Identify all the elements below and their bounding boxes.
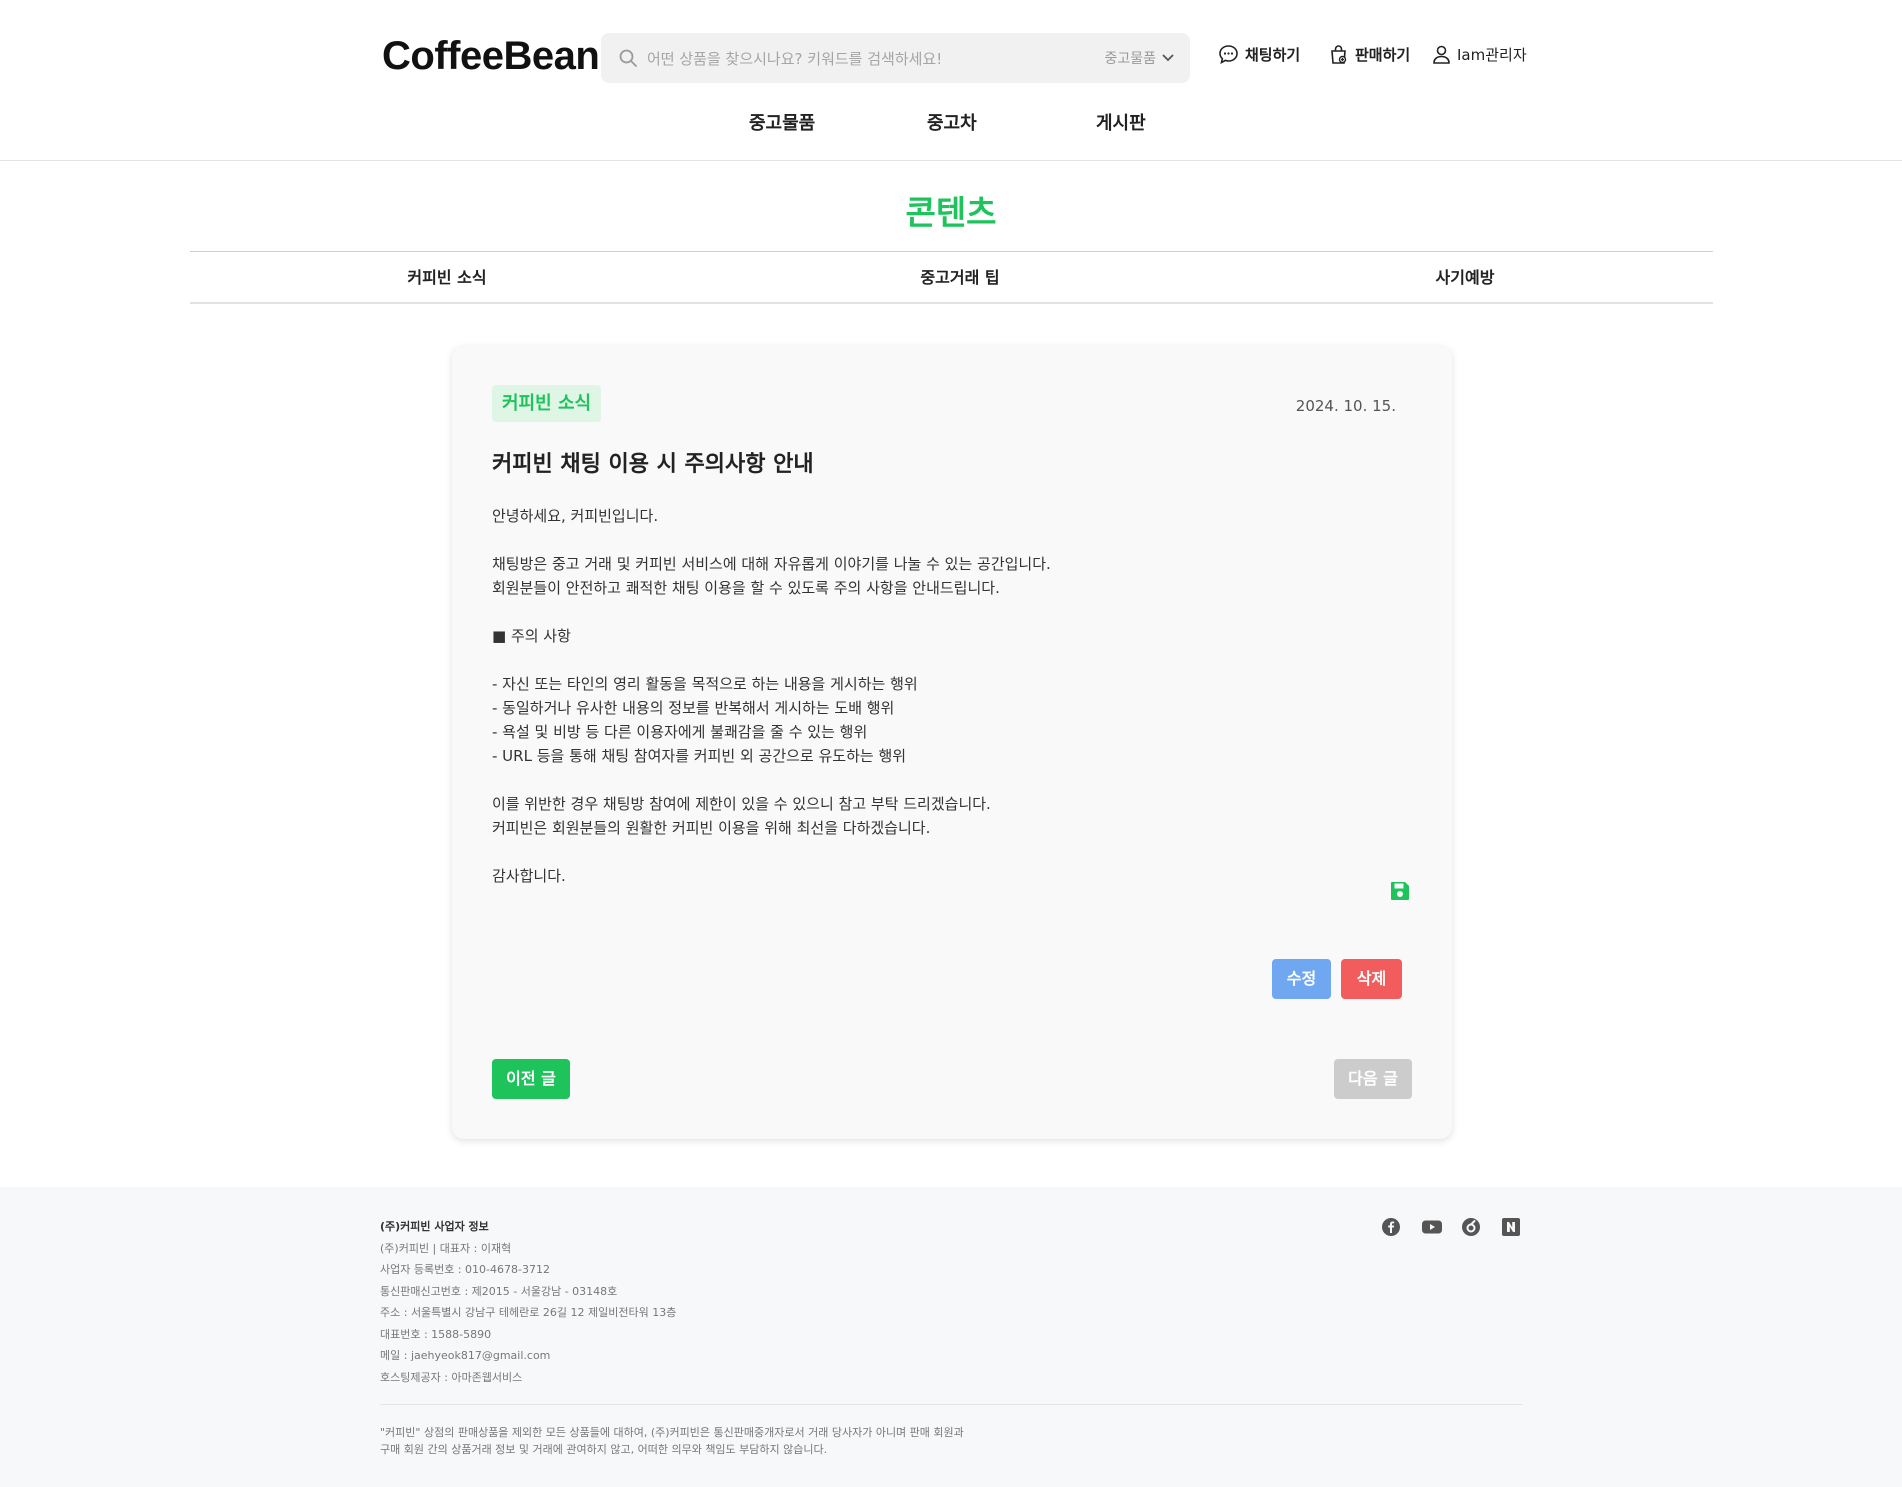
body-line: 채팅방은 중고 거래 및 커피빈 서비스에 대해 자유롭게 이야기를 나눌 수 … [492,555,1051,573]
shopping-bag-icon [1331,45,1347,64]
body-line [492,840,1392,864]
body-line: - 욕설 및 비방 등 다른 이용자에게 불쾌감을 줄 수 있는 행위 [492,723,868,741]
youtube-icon[interactable] [1421,1217,1442,1237]
user-name: Iam관리자 [1457,46,1527,64]
nav-used-goods[interactable]: 중고물품 [749,109,815,135]
body-line [492,648,1392,672]
footer-divider [380,1404,1522,1405]
search-icon [619,49,637,67]
business-info-line: 호스팅제공자 : 아마존웹서비스 [380,1370,523,1384]
chat-link-label: 채팅하기 [1245,46,1301,64]
footer-disclaimer: "커피빈" 상점의 판매상품을 제외한 모든 상품들에 대하여, (주)커피빈은… [380,1424,964,1458]
save-icon[interactable] [1389,880,1411,902]
logo[interactable]: CoffeeBean [382,34,600,79]
chat-icon [1219,45,1238,65]
tab-trading-tips[interactable]: 중고거래 팁 [920,264,999,288]
facebook-icon[interactable] [1381,1217,1401,1237]
business-info-line: 사업자 등록번호 : 010-4678-3712 [380,1263,550,1276]
business-info-line: 주소 : 서울특별시 강남구 테헤란로 26길 12 제일비전타워 13층 [380,1306,677,1319]
nav-board[interactable]: 게시판 [1096,109,1146,135]
search-category-select[interactable]: 중고물품 [1104,48,1174,68]
disclaimer-line: 구매 회원 간의 상품거래 정보 및 거래에 관여하지 않고, 어떠한 의무와 … [380,1443,828,1456]
sell-link-label: 판매하기 [1355,46,1411,64]
body-line: 커피빈은 회원분들의 원활한 커피빈 이용을 위해 최선을 다하겠습니다. [492,819,931,837]
edit-button[interactable]: 수정 [1272,959,1331,999]
post-card: 커피빈 소식 2024. 10. 15. 커피빈 채팅 이용 시 주의사항 안내… [452,346,1452,1139]
site-footer: (주)커피빈 사업자 정보 (주)커피빈 | 대표자 : 이재혁 사업자 등록번… [0,1187,1902,1487]
body-line [492,600,1392,624]
user-icon [1433,45,1450,64]
post-date: 2024. 10. 15. [1295,397,1396,415]
search-category-label: 중고물품 [1104,51,1156,67]
sell-link[interactable]: 판매하기 [1328,44,1410,65]
business-info: (주)커피빈 사업자 정보 (주)커피빈 | 대표자 : 이재혁 사업자 등록번… [380,1216,676,1388]
section-title: 콘텐츠 [905,193,997,232]
business-info-line: 통신판매신고번호 : 제2015 - 서울강남 - 03148호 [380,1284,618,1298]
body-line: 감사합니다. [492,867,566,885]
post-title: 커피빈 채팅 이용 시 주의사항 안내 [492,452,814,477]
chevron-down-icon [1162,54,1174,62]
category-badge: 커피빈 소식 [492,385,602,422]
business-info-line: 메일 : jaehyeok817@gmail.com [380,1349,551,1362]
business-info-line: (주)커피빈 | 대표자 : 이재혁 [380,1241,512,1255]
tab-fraud-prevention[interactable]: 사기예방 [1436,264,1495,288]
post-body: 안녕하세요, 커피빈입니다. 채팅방은 중고 거래 및 커피빈 서비스에 대해 … [492,504,1392,888]
body-line: - URL 등을 통해 채팅 참여자를 커피빈 외 공간으로 유도하는 행위 [492,747,907,765]
body-line: ■ 주의 사항 [492,627,571,645]
body-line [492,768,1392,792]
user-menu[interactable]: Iam관리자 [1432,44,1527,65]
business-info-line: 대표번호 : 1588-5890 [380,1327,492,1341]
social-links [1381,1217,1521,1237]
naver-icon[interactable] [1501,1217,1521,1237]
body-line: 안녕하세요, 커피빈입니다. [492,507,659,525]
body-line: - 자신 또는 타인의 영리 활동을 목적으로 하는 내용을 게시하는 행위 [492,675,918,693]
nav-used-cars[interactable]: 중고차 [927,109,977,135]
business-info-heading: (주)커피빈 사업자 정보 [380,1220,489,1233]
delete-button[interactable]: 삭제 [1341,959,1402,999]
body-line: - 동일하거나 유사한 내용의 정보를 반복해서 게시하는 도배 행위 [492,699,895,717]
chat-link[interactable]: 채팅하기 [1218,44,1300,65]
prev-post-button[interactable]: 이전 글 [492,1059,570,1099]
body-line [492,528,1392,552]
search-bar[interactable]: 어떤 상품을 찾으시나요? 키워드를 검색하세요! 중고물품 [601,33,1190,83]
body-line: 이를 위반한 경우 채팅방 참여에 제한이 있을 수 있으니 참고 부탁 드리겠… [492,795,991,813]
blog-icon[interactable] [1461,1217,1481,1237]
site-header: CoffeeBean 어떤 상품을 찾으시나요? 키워드를 검색하세요! 중고물… [0,0,1902,161]
content-tabs: 커피빈 소식 중고거래 팁 사기예방 [190,251,1713,304]
search-input[interactable]: 어떤 상품을 찾으시나요? 키워드를 검색하세요! [647,48,942,69]
next-post-button[interactable]: 다음 글 [1334,1059,1412,1099]
tab-coffeebean-news[interactable]: 커피빈 소식 [407,264,486,288]
disclaimer-line: "커피빈" 상점의 판매상품을 제외한 모든 상품들에 대하여, (주)커피빈은… [380,1426,964,1439]
body-line: 회원분들이 안전하고 쾌적한 채팅 이용을 할 수 있도록 주의 사항을 안내드… [492,579,1000,597]
